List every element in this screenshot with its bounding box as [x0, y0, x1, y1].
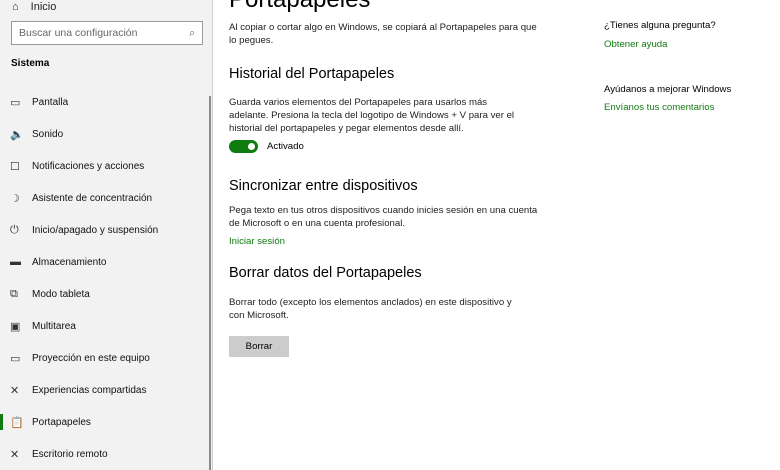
intro-text: Al copiar o cortar algo en Windows, se c… — [229, 22, 537, 46]
sidebar-item-icon: ▬ — [10, 256, 21, 268]
sidebar-item-icon: ▣ — [10, 320, 21, 333]
sidebar-item-modo-tableta[interactable]: ⧉ Modo tableta — [0, 278, 210, 310]
clear-button[interactable]: Borrar — [229, 336, 289, 357]
sidebar-item-icon: ✕ — [10, 384, 20, 397]
sidebar-item-icon: ▭ — [10, 96, 21, 109]
sidebar-item-escritorio-remoto[interactable]: ✕ Escritorio remoto — [0, 438, 210, 470]
sidebar-item-asistente-de-concentraci-n[interactable]: ☽ Asistente de concentración — [0, 182, 210, 214]
clear-desc: Borrar todo (excepto los elementos ancla… — [229, 297, 512, 321]
improve-label: Ayúdanos a mejorar Windows — [604, 84, 732, 95]
search-placeholder: Buscar una configuración — [19, 27, 138, 39]
sidebar-item-label: Almacenamiento — [32, 256, 107, 268]
sidebar-item-icon: ☽ — [10, 192, 20, 205]
section-title: Sistema — [11, 58, 50, 69]
sidebar-item-label: Portapapeles — [32, 416, 91, 428]
toggle-label: Activado — [267, 141, 304, 152]
sidebar: ⌂ Inicio Buscar una configuración ⌕ Sistem… — [0, 0, 213, 470]
sidebar-item-icon: ☐ — [10, 160, 20, 173]
help-link[interactable]: Obtener ayuda — [604, 39, 667, 50]
clear-heading: Borrar datos del Portapapeles — [229, 265, 422, 281]
sidebar-item-label: Asistente de concentración — [32, 192, 153, 204]
sidebar-item-label: Proyección en este equipo — [32, 352, 150, 364]
sidebar-item-label: Sonido — [32, 128, 64, 140]
toggle-switch[interactable] — [229, 140, 258, 153]
sidebar-item-label: Modo tableta — [32, 288, 90, 300]
sidebar-item-icon: ⧉ — [10, 287, 18, 300]
sign-in-link[interactable]: Iniciar sesión — [229, 236, 285, 247]
history-heading: Historial del Portapapeles — [229, 66, 395, 82]
home-label: Inicio — [30, 1, 57, 13]
sidebar-item-experiencias-compartidas[interactable]: ✕ Experiencias compartidas — [0, 374, 210, 406]
sidebar-item-label: Notificaciones y acciones — [32, 160, 145, 172]
feedback-link[interactable]: Envíanos tus comentarios — [604, 102, 714, 113]
home-link[interactable]: ⌂ Inicio — [12, 1, 56, 14]
sidebar-item-notificaciones-y-acciones[interactable]: ☐ Notificaciones y acciones — [0, 150, 210, 182]
sidebar-item-label: Pantalla — [32, 96, 69, 108]
sync-desc: Pega texto en tus otros dispositivos cua… — [229, 205, 538, 229]
sidebar-item-label: Experiencias compartidas — [32, 384, 147, 396]
search-input[interactable]: Buscar una configuración ⌕ — [11, 21, 203, 45]
history-toggle[interactable]: Activado — [229, 140, 304, 153]
sidebar-item-icon: 📋 — [10, 416, 24, 429]
sidebar-item-proyecci-n-en-este-equipo[interactable]: ▭ Proyección en este equipo — [0, 342, 210, 374]
sidebar-item-pantalla[interactable]: ▭ Pantalla — [0, 86, 210, 118]
sidebar-item-label: Multitarea — [32, 320, 76, 332]
page-title: Portapapeles — [229, 0, 370, 14]
sidebar-item-inicio-apagado-y-suspensi-n[interactable]: ⏻ Inicio/apagado y suspensión — [0, 214, 210, 246]
sidebar-item-label: Inicio/apagado y suspensión — [32, 224, 159, 236]
scrollbar[interactable] — [209, 96, 211, 470]
history-desc: Guarda varios elementos del Portapapeles… — [229, 97, 515, 134]
sidebar-item-multitarea[interactable]: ▣ Multitarea — [0, 310, 210, 342]
sidebar-item-icon: 🔈 — [10, 128, 24, 141]
sidebar-item-icon: ▭ — [10, 352, 21, 365]
sidebar-item-icon: ✕ — [10, 448, 20, 461]
sync-heading: Sincronizar entre dispositivos — [229, 178, 418, 194]
question-label: ¿Tienes alguna pregunta? — [604, 20, 716, 31]
sidebar-item-label: Escritorio remoto — [32, 448, 108, 460]
sidebar-item-sonido[interactable]: 🔈 Sonido — [0, 118, 210, 150]
sidebar-item-almacenamiento[interactable]: ▬ Almacenamiento — [0, 246, 210, 278]
nav-list: ▭ Pantalla 🔈 Sonido ☐ Notificaciones y accion… — [0, 86, 210, 470]
search-icon: ⌕ — [189, 27, 195, 39]
sidebar-item-icon: ⏻ — [10, 223, 19, 236]
sidebar-item-portapapeles[interactable]: 📋 Portapapeles — [0, 406, 210, 438]
home-icon: ⌂ — [12, 1, 19, 13]
